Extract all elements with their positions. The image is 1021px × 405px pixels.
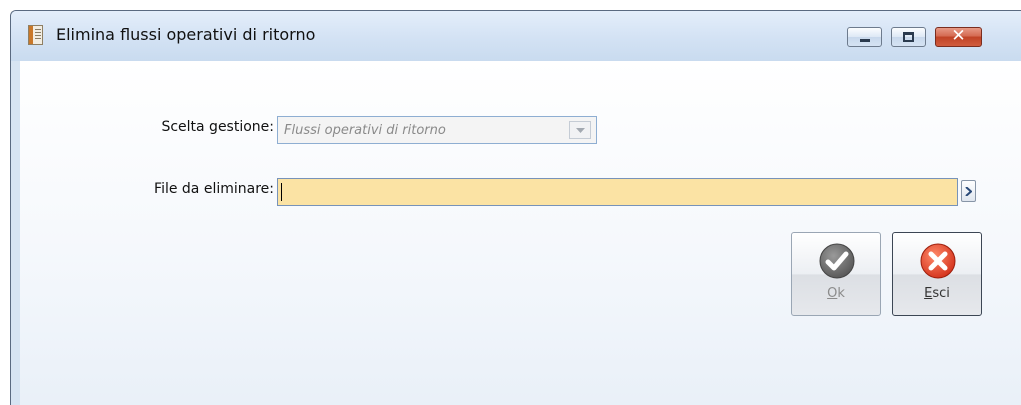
minimize-icon (860, 39, 870, 42)
ok-label: Ok (792, 286, 880, 301)
window-title: Elimina flussi operativi di ritorno (56, 25, 316, 44)
close-icon: ✕ (951, 26, 966, 46)
checkmark-icon (819, 243, 855, 279)
esci-button[interactable]: Esci (892, 232, 982, 316)
cancel-x-icon (920, 243, 956, 279)
file-input[interactable] (277, 178, 958, 206)
dialog-body: Scelta gestione: Flussi operativi di rit… (20, 61, 1021, 405)
maximize-button[interactable] (891, 27, 926, 47)
text-caret (281, 183, 282, 201)
app-document-icon (28, 25, 43, 45)
browse-file-button[interactable] (961, 180, 976, 202)
maximize-icon (903, 32, 914, 42)
gestione-select-value: Flussi operativi di ritorno (284, 123, 446, 138)
file-label: File da eliminare: (154, 181, 274, 197)
close-button[interactable]: ✕ (935, 26, 982, 47)
chevron-down-icon (576, 128, 585, 133)
minimize-button[interactable] (847, 27, 882, 47)
gestione-label: Scelta gestione: (161, 119, 274, 135)
ok-accelerator: O (827, 286, 838, 301)
esci-label: Esci (893, 286, 981, 301)
ok-button[interactable]: Ok (791, 232, 881, 316)
gestione-dropdown-button[interactable] (569, 121, 591, 139)
chevron-right-icon (965, 187, 972, 196)
title-bar[interactable]: Elimina flussi operativi di ritorno ✕ (11, 11, 1021, 61)
gestione-select[interactable]: Flussi operativi di ritorno (277, 116, 597, 144)
esci-label-rest: sci (932, 286, 950, 301)
dialog-window: Elimina flussi operativi di ritorno ✕ Sc… (10, 10, 1021, 405)
ok-label-rest: k (837, 286, 845, 301)
